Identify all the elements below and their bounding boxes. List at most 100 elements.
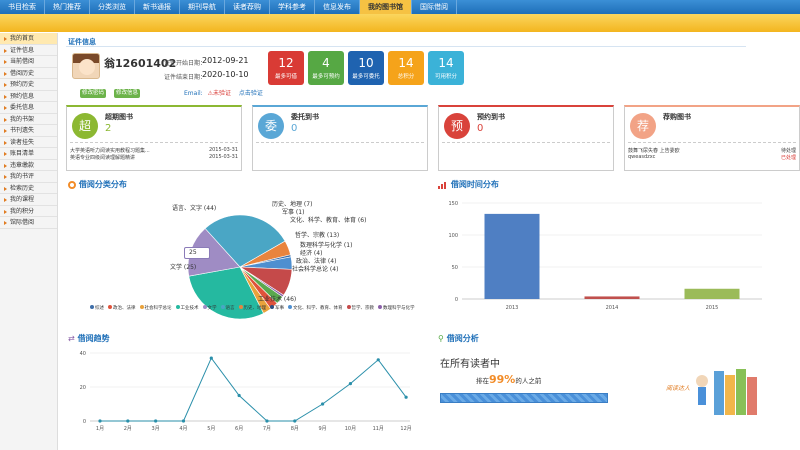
pie-label-industry: 工业技术 (46) [258,296,297,303]
data-point[interactable] [181,419,186,423]
nav-item[interactable]: 我的图书馆 [360,0,412,14]
sidebar-item[interactable]: 我的书架 [0,114,57,125]
sidebar-item[interactable]: 我的课程 [0,194,57,206]
card-title: 荐购图书 [663,113,691,121]
analysis-heading: 在所有读者中 [440,359,500,370]
nav-item[interactable]: 新书通报 [135,0,180,14]
card-icon: 荐 [630,113,656,139]
shuffle-icon: ⇄ [68,334,75,343]
x-tick-label: 6月 [235,426,243,432]
y-tick-label: 0 [455,297,458,303]
tile-label: 最多可委托 [352,74,380,80]
legend-item[interactable]: 社会科学总论 [139,305,172,312]
nav-item[interactable]: 分类浏览 [90,0,135,14]
nav-item[interactable]: 热门推荐 [45,0,90,14]
data-point[interactable] [376,358,380,362]
data-point[interactable] [98,419,102,423]
sidebar-item[interactable]: 预约信息 [0,91,57,102]
data-point[interactable] [321,402,325,406]
sidebar-item[interactable]: 预约历史 [0,79,57,91]
magnifier-icon: ⚲ [438,334,444,343]
nav-item[interactable]: 读者荐购 [225,0,270,14]
nav-item[interactable]: 国际借阅 [412,0,457,14]
sidebar-item[interactable]: 读者挂失 [0,137,57,148]
sidebar-item[interactable]: 账目清单 [0,148,57,160]
sidebar-item[interactable]: 证件信息 [0,45,57,56]
sidebar-item[interactable]: 当前借阅 [0,56,57,68]
sidebar-item[interactable]: 违章缴款 [0,160,57,171]
pie-label-language: 语言、文字 (44) [172,205,217,212]
data-point[interactable] [293,419,297,423]
illustration-text: 阅读达人 [666,385,691,392]
sidebar-item[interactable]: 委托信息 [0,102,57,114]
summary-card[interactable]: 委委托到书 0 [252,105,428,171]
card-divider [628,142,796,143]
email-row: Email: ⚠未验证 点击验证 [184,88,263,97]
stat-tile[interactable]: 4 最多可预约 [308,51,344,85]
sidebar-item[interactable]: 检索历史 [0,183,57,194]
stat-tile[interactable]: 10 最多可委托 [348,51,384,85]
data-point[interactable] [265,419,269,423]
sidebar-item[interactable]: 我的书评 [0,171,57,183]
sidebar-item[interactable]: 书刊遗失 [0,125,57,137]
summary-card[interactable]: 预预约到书 0 [438,105,614,171]
card-divider [70,142,238,143]
tile-label: 最多可预约 [312,74,340,80]
x-tick-label: 2015 [706,305,719,311]
bar[interactable] [584,296,640,299]
nav-item[interactable]: 书目检索 [0,0,45,14]
nav-item[interactable]: 学科参考 [270,0,315,14]
verify-email-link[interactable]: 点击验证 [239,90,263,97]
legend-item[interactable]: 工业技术 [175,305,199,312]
top-nav: 书目检索 热门推荐 分类浏览 新书通报 期刊导航 读者荐购 学科参考 信息发布 我的图书馆 国际借… [0,0,800,14]
change-info-button[interactable]: 修改信息 [114,89,140,98]
stat-tile[interactable]: 14 可用积分 [428,51,464,85]
data-point[interactable] [154,419,158,423]
legend-item[interactable]: 综述 [90,305,104,312]
legend-item[interactable]: 军事 [270,305,284,312]
start-date-label: 证件开始日期： [164,60,207,67]
card-row-text[interactable]: qweasdzxc [628,154,655,160]
sidebar-item[interactable]: 我的首页 [0,33,57,45]
sidebar-item[interactable]: 我的积分 [0,206,57,217]
sidebar-item[interactable]: 馆际借阅 [0,217,57,229]
nav-item[interactable]: 信息发布 [315,0,360,14]
stat-tile[interactable]: 12 最多可借 [268,51,304,85]
legend-item[interactable]: 哲学、宗教 [346,305,374,312]
data-point[interactable] [404,395,408,399]
card-row-text[interactable]: 英语专业四级阅读理解题精讲 [70,154,135,161]
card-row-text[interactable]: 大学英语听力阅读实用教程习题集... [70,147,150,154]
sidebar-item[interactable]: 借阅历史 [0,68,57,79]
y-tick-label: 20 [80,385,86,391]
bar[interactable] [484,213,540,299]
legend-item[interactable]: 文化、科学、教育、体育 [288,305,343,312]
card-icon: 预 [444,113,470,139]
legend-item[interactable]: 政治、法律 [108,305,136,312]
data-point[interactable] [209,356,213,360]
nav-item[interactable]: 期刊导航 [180,0,225,14]
pie-legend: 综述 政治、法律 社会科学总论 工业技术 文学 语言 历史、地理 军事 文化、科学、教育、体育哲… [90,305,420,312]
header-band [0,14,800,32]
x-tick-label: 11月 [373,426,384,432]
analysis-rank: 排在99%的人之前 [476,373,542,386]
card-row-text[interactable]: 鼓舞飞尿失春 上告委欧 [628,147,680,154]
pie-section-title: 借阅分类分布 [78,180,127,189]
stat-tile[interactable]: 14 总积分 [388,51,424,85]
legend-item[interactable]: 数理科学与化学 [378,305,415,312]
change-password-button[interactable]: 修改密码 [80,89,106,98]
data-point[interactable] [237,393,241,398]
card-row-value: 待处理 [780,148,796,154]
legend-item[interactable]: 语言 [220,305,235,312]
legend-item[interactable]: 历史、地理 [238,305,266,312]
y-tick-label: 40 [80,351,86,357]
card-row-value: 2015-03-31 [208,154,238,160]
summary-card[interactable]: 超超期图书 2 大学英语听力阅读实用教程习题集... 2015-03-31 英语专业四级… [66,105,242,171]
data-point[interactable] [126,419,130,423]
card-row-value: 2015-03-31 [208,147,238,153]
bar[interactable] [684,288,740,299]
analysis-section-title: 借阅分析 [446,334,479,343]
data-point[interactable] [348,382,353,386]
summary-card[interactable]: 荐荐购图书 鼓舞飞尿失春 上告委欧 待处理 qweasdzxc 已处理 [624,105,800,171]
y-tick-label: 0 [83,419,86,425]
legend-item[interactable]: 文学 [202,305,217,312]
